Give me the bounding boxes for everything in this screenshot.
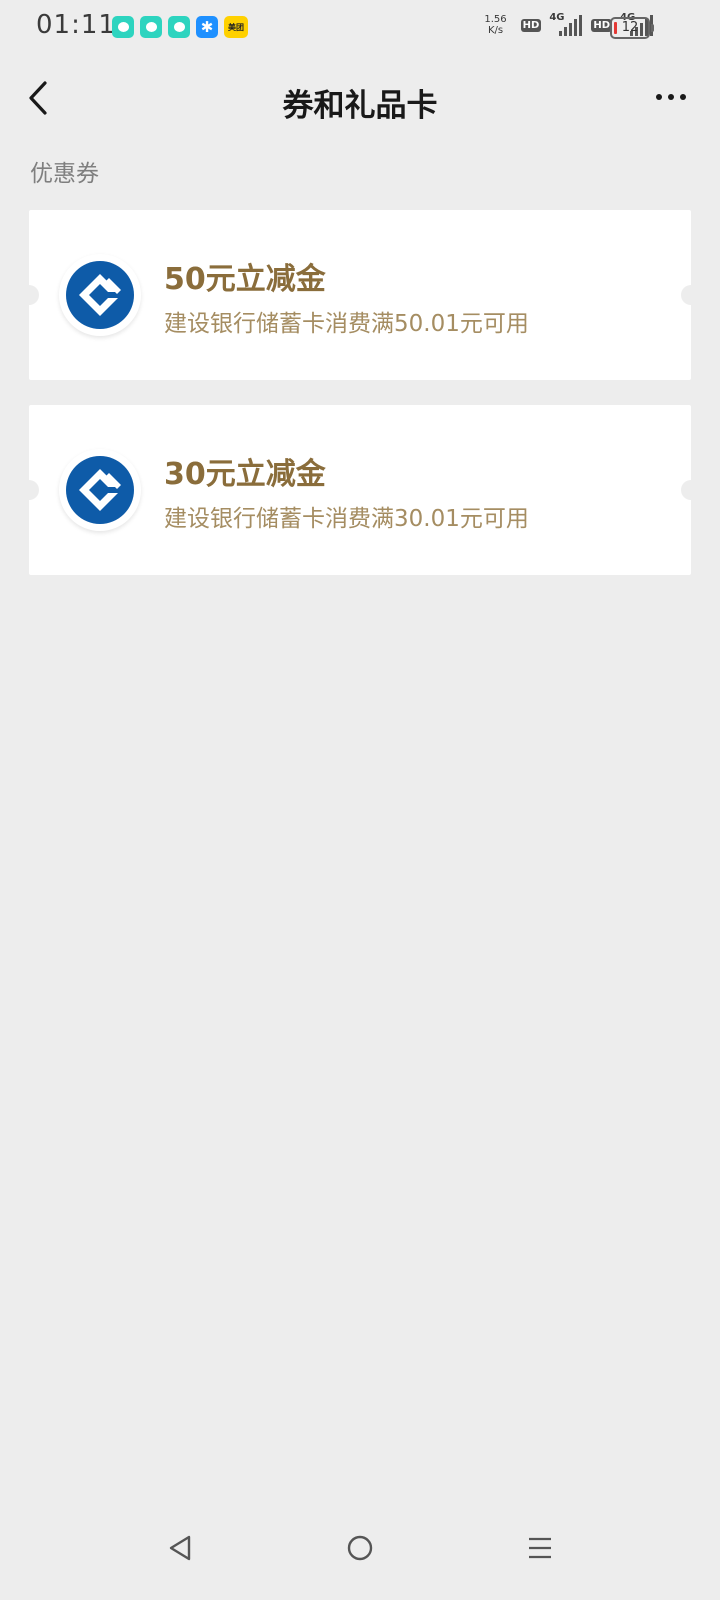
menu-lines-icon	[529, 1537, 551, 1559]
meituan-icon: 美团	[224, 16, 248, 38]
coupon-notch	[681, 285, 701, 305]
more-dots-icon	[680, 94, 686, 100]
coupon-notch	[681, 480, 701, 500]
network-speed-value: 1.56	[484, 14, 507, 25]
ccb-logo-icon	[66, 261, 134, 329]
screen: 01:11 ✱ 美团 1.56 K/s HD 4G HD 4G 12 券和礼品卡…	[0, 0, 720, 1600]
chat-icon	[140, 16, 162, 38]
chat-icon	[112, 16, 134, 38]
nav-bar: 券和礼品卡	[0, 60, 720, 136]
system-menu-button[interactable]	[520, 1528, 560, 1568]
coupon-notch	[19, 480, 39, 500]
notification-icons: ✱ 美团	[112, 16, 248, 38]
page-title: 券和礼品卡	[282, 88, 438, 124]
coupon-description: 建设银行储蓄卡消费满50.01元可用	[164, 311, 529, 337]
ccb-bank-logo	[59, 449, 141, 531]
triangle-back-icon	[169, 1535, 191, 1561]
hd-badge: HD	[591, 18, 612, 32]
coupon-title: 50元立减金	[164, 262, 326, 297]
ccb-logo-icon	[66, 456, 134, 524]
coupon-card[interactable]: 30元立减金 建设银行储蓄卡消费满30.01元可用	[19, 405, 701, 575]
network-speed: 1.56 K/s	[484, 14, 506, 36]
system-back-button[interactable]	[160, 1528, 200, 1568]
section-title: 优惠券	[30, 161, 99, 187]
puzzle-icon: ✱	[196, 16, 218, 38]
system-nav-bar	[0, 1500, 720, 1600]
status-bar: 01:11 ✱ 美团 1.56 K/s HD 4G HD 4G 12	[0, 0, 720, 56]
status-time: 01:11	[36, 10, 116, 40]
system-home-button[interactable]	[340, 1528, 380, 1568]
coupon-description: 建设银行储蓄卡消费满30.01元可用	[164, 506, 529, 532]
more-button[interactable]	[646, 82, 696, 112]
circle-home-icon	[347, 1535, 373, 1561]
signal-icon: 4G	[549, 12, 583, 36]
network-type: 4G	[549, 12, 565, 23]
chat-icon	[168, 16, 190, 38]
ccb-bank-logo	[59, 254, 141, 336]
more-dots-icon	[656, 94, 662, 100]
coupon-notch	[19, 285, 39, 305]
more-dots-icon	[668, 94, 674, 100]
battery-icon: 12	[610, 17, 654, 39]
coupon-title: 30元立减金	[164, 457, 326, 492]
hd-badge: HD	[520, 18, 542, 32]
coupon-card[interactable]: 50元立减金 建设银行储蓄卡消费满50.01元可用	[19, 210, 701, 380]
network-speed-unit: K/s	[487, 25, 504, 36]
